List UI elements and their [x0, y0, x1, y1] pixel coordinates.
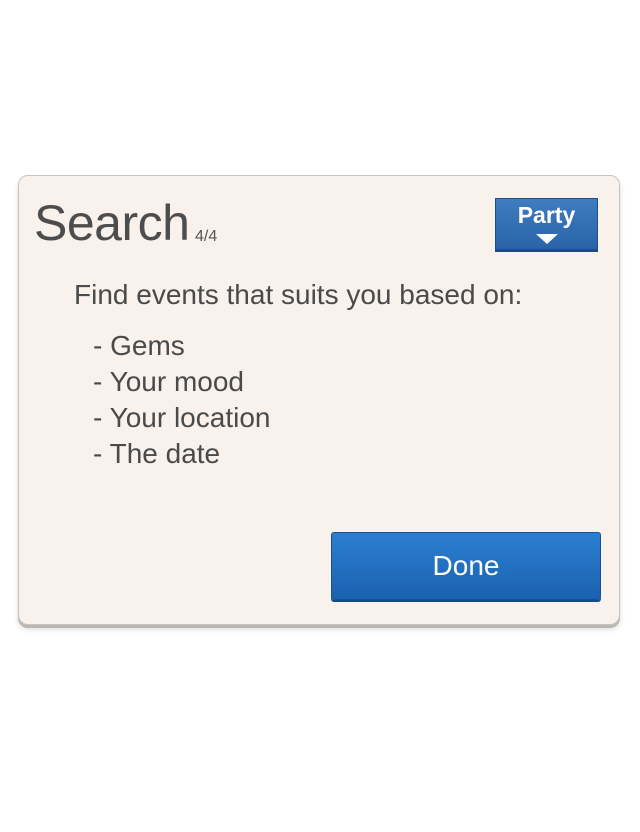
search-dialog: Search 4/4 Party Find events that suits … — [18, 175, 620, 625]
list-item: - Gems — [93, 330, 185, 361]
list-item: - The date — [93, 438, 221, 469]
criteria-list: - Gems - Your mood - Your location - The… — [93, 328, 270, 472]
done-button-label: Done — [432, 550, 500, 581]
intro-text: Find events that suits you based on: — [74, 279, 523, 310]
list-item: - Your mood — [93, 366, 244, 397]
list-item: - Your location — [93, 402, 271, 433]
chevron-down-icon — [535, 234, 558, 244]
done-button[interactable]: Done — [331, 532, 601, 600]
step-indicator: 4/4 — [195, 228, 218, 245]
category-dropdown-button[interactable]: Party — [495, 198, 598, 250]
category-dropdown-label: Party — [517, 202, 576, 228]
dialog-title: Search — [34, 195, 190, 251]
